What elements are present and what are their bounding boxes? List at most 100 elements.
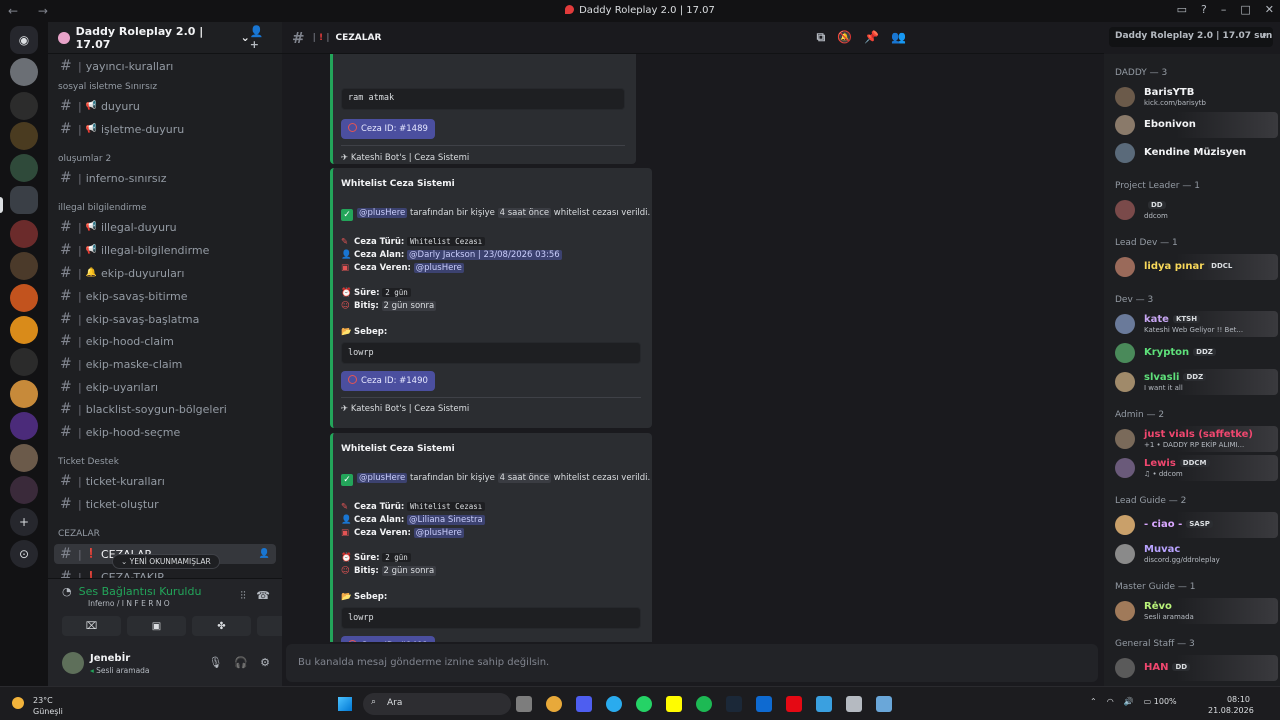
member-item[interactable]: DD ddcom [1108, 197, 1278, 223]
home-button[interactable]: ◉ [10, 26, 38, 54]
voice-status[interactable]: ◔ Ses Bağlantısı Kuruldu [62, 585, 201, 598]
server-icon[interactable] [10, 58, 38, 86]
close-button[interactable]: ✕ [1265, 3, 1274, 16]
server-icon[interactable] [10, 122, 38, 150]
discover-button[interactable]: ⊙ [10, 540, 38, 568]
member-item[interactable]: BarisYTB kick.com/barisytb [1108, 84, 1278, 110]
activities-button[interactable]: ✤ [192, 616, 251, 636]
channel-item[interactable]: # | 📢 duyuru [54, 96, 276, 116]
pin-icon[interactable]: 📌 [864, 30, 879, 45]
member-item[interactable]: Krypton DDZ [1108, 340, 1278, 366]
channel-item[interactable]: # | 📢 illegal-bilgilendirme [54, 240, 276, 260]
server-icon-active[interactable] [10, 186, 38, 214]
category-label[interactable]: oluşumlar 2 [58, 154, 111, 164]
discord-taskbar-icon[interactable] [576, 696, 592, 712]
server-icon[interactable] [10, 444, 38, 472]
chevron-up-icon[interactable]: ⌃ [1090, 697, 1097, 706]
microphone-icon[interactable]: 🎙 [208, 656, 222, 669]
channel-item[interactable]: # | 📢 illegal-duyuru [54, 217, 276, 237]
channel-item[interactable]: # | ekip-savaş-başlatma [54, 309, 276, 329]
channel-item[interactable]: # | ticket-kuralları [54, 471, 276, 491]
channel-item[interactable]: # | ticket-oluştur [54, 494, 276, 514]
ceza-veren-value[interactable]: @plusHere [413, 528, 464, 538]
member-list-icon[interactable]: 👥 [891, 30, 906, 45]
wifi-icon[interactable]: ◠ [1107, 697, 1114, 706]
category-label[interactable]: CEZALAR [58, 529, 100, 539]
threads-icon[interactable]: ⧉ [817, 30, 826, 45]
app-icon[interactable] [846, 696, 862, 712]
app-icon[interactable] [756, 696, 772, 712]
help-icon[interactable]: ? [1201, 3, 1207, 16]
channel-item[interactable]: # | yayıncı-kuralları [54, 56, 276, 76]
headphones-icon[interactable]: 🎧 [234, 656, 248, 669]
server-icon[interactable] [10, 92, 38, 120]
new-unreads-pill[interactable]: ⌄ YENİ OKUNMAMIŞLAR [112, 554, 220, 569]
maximize-button[interactable]: □ [1240, 3, 1250, 16]
ceza-id-badge[interactable]: Ceza ID: #1490 [341, 371, 435, 391]
channel-item[interactable]: # | ekip-savaş-bitirme [54, 286, 276, 306]
notification-bell-icon[interactable]: 🔕 [837, 30, 852, 45]
member-item[interactable]: Muvac discord.gg/ddroleplay [1108, 541, 1278, 567]
invite-people-icon[interactable]: 👤+ [250, 25, 272, 51]
snapchat-icon[interactable] [666, 696, 682, 712]
channel-item[interactable]: # | blacklist-soygun-bölgeleri [54, 399, 276, 419]
member-item[interactable]: Ebonivon [1108, 112, 1278, 138]
ceza-id-badge[interactable]: Ceza ID: #1491 [341, 636, 435, 642]
username[interactable]: Jenebİr [90, 653, 130, 664]
steam-icon[interactable] [726, 696, 742, 712]
app-icon[interactable] [876, 696, 892, 712]
channel-item[interactable]: # | ekip-hood-claim [54, 331, 276, 351]
member-item[interactable]: Kendine Müzisyen [1108, 140, 1278, 166]
volume-icon[interactable]: 🔊 [1124, 697, 1134, 706]
server-icon[interactable] [10, 348, 38, 376]
minimize-button[interactable]: – [1221, 3, 1227, 16]
category-label[interactable]: illegal bilgilendirme [58, 203, 146, 213]
battery-icon[interactable]: ▭ 100% [1144, 697, 1177, 706]
mention-link[interactable]: @plusHere [357, 473, 408, 483]
member-item[interactable]: lidya pınar DDCL [1108, 254, 1278, 280]
add-server-button[interactable]: + [10, 508, 38, 536]
server-icon[interactable] [10, 380, 38, 408]
channel-item[interactable]: # | ekip-uyarıları [54, 377, 276, 397]
ceza-veren-value[interactable]: @plusHere [413, 263, 464, 273]
server-icon[interactable] [10, 154, 38, 182]
member-item[interactable]: - ciao - SASP [1108, 512, 1278, 538]
guild-header[interactable]: Daddy Roleplay 2.0 | 17.07 ⌄ 👤+ [48, 22, 282, 54]
task-view-icon[interactable] [516, 696, 532, 712]
server-icon[interactable] [10, 284, 38, 312]
server-icon[interactable] [10, 412, 38, 440]
server-icon[interactable] [10, 476, 38, 504]
ceza-alan-value[interactable]: @Darly Jackson | 23/08/2026 03:56 [407, 250, 562, 260]
server-icon[interactable] [10, 316, 38, 344]
channel-item[interactable]: # | 📢 işletme-duyuru [54, 119, 276, 139]
netflix-icon[interactable] [786, 696, 802, 712]
screen-share-button[interactable]: ▣ [127, 616, 186, 636]
mention-link[interactable]: @plusHere [357, 208, 408, 218]
member-item[interactable]: just vials (saffetke) +1 • DADDY RP EKİP … [1108, 426, 1278, 452]
ceza-id-badge[interactable]: Ceza ID: #1489 [341, 119, 435, 139]
noise-suppression-icon[interactable]: ⫶⫶ [240, 589, 246, 602]
member-item[interactable]: slvasli DDZ I want it all [1108, 369, 1278, 395]
channel-item[interactable]: # | ekip-hood-seçme [54, 422, 276, 442]
channel-item[interactable]: # | 🔔 ekip-duyuruları [54, 263, 276, 283]
search-input[interactable]: Daddy Roleplay 2.0 | 17.07 sunucu...⌕ [1109, 27, 1273, 47]
disconnect-icon[interactable]: ☎ [256, 589, 270, 602]
channel-item[interactable]: # | inferno-sınırsız [54, 168, 276, 188]
avatar[interactable] [62, 652, 84, 674]
telegram-icon[interactable] [606, 696, 622, 712]
chrome-icon[interactable] [546, 696, 562, 712]
member-item[interactable]: kate KTSH Kateshi Web Geliyor !! Bet... [1108, 311, 1278, 337]
server-icon[interactable] [10, 252, 38, 280]
camera-button[interactable]: ⌧ [62, 616, 121, 636]
inbox-icon[interactable]: ▭ [1177, 3, 1187, 16]
spotify-icon[interactable] [696, 696, 712, 712]
ceza-alan-value[interactable]: @Liliana Sinestra [407, 515, 485, 525]
category-label[interactable]: sosyal isletme Sınırsız [58, 82, 157, 92]
add-member-icon[interactable]: 👤 [259, 549, 270, 559]
message-input[interactable]: Bu kanalda mesaj gönderme iznine sahip d… [286, 644, 1098, 682]
member-item[interactable]: HAN DD [1108, 655, 1278, 681]
settings-gear-icon[interactable]: ⚙ [260, 656, 270, 669]
weather-widget[interactable]: 23°C Güneşli [33, 695, 63, 717]
member-item[interactable]: Rėvo Sesli aramada [1108, 598, 1278, 624]
voice-channel-name[interactable]: Inferno / I N F E R N O [88, 599, 170, 608]
